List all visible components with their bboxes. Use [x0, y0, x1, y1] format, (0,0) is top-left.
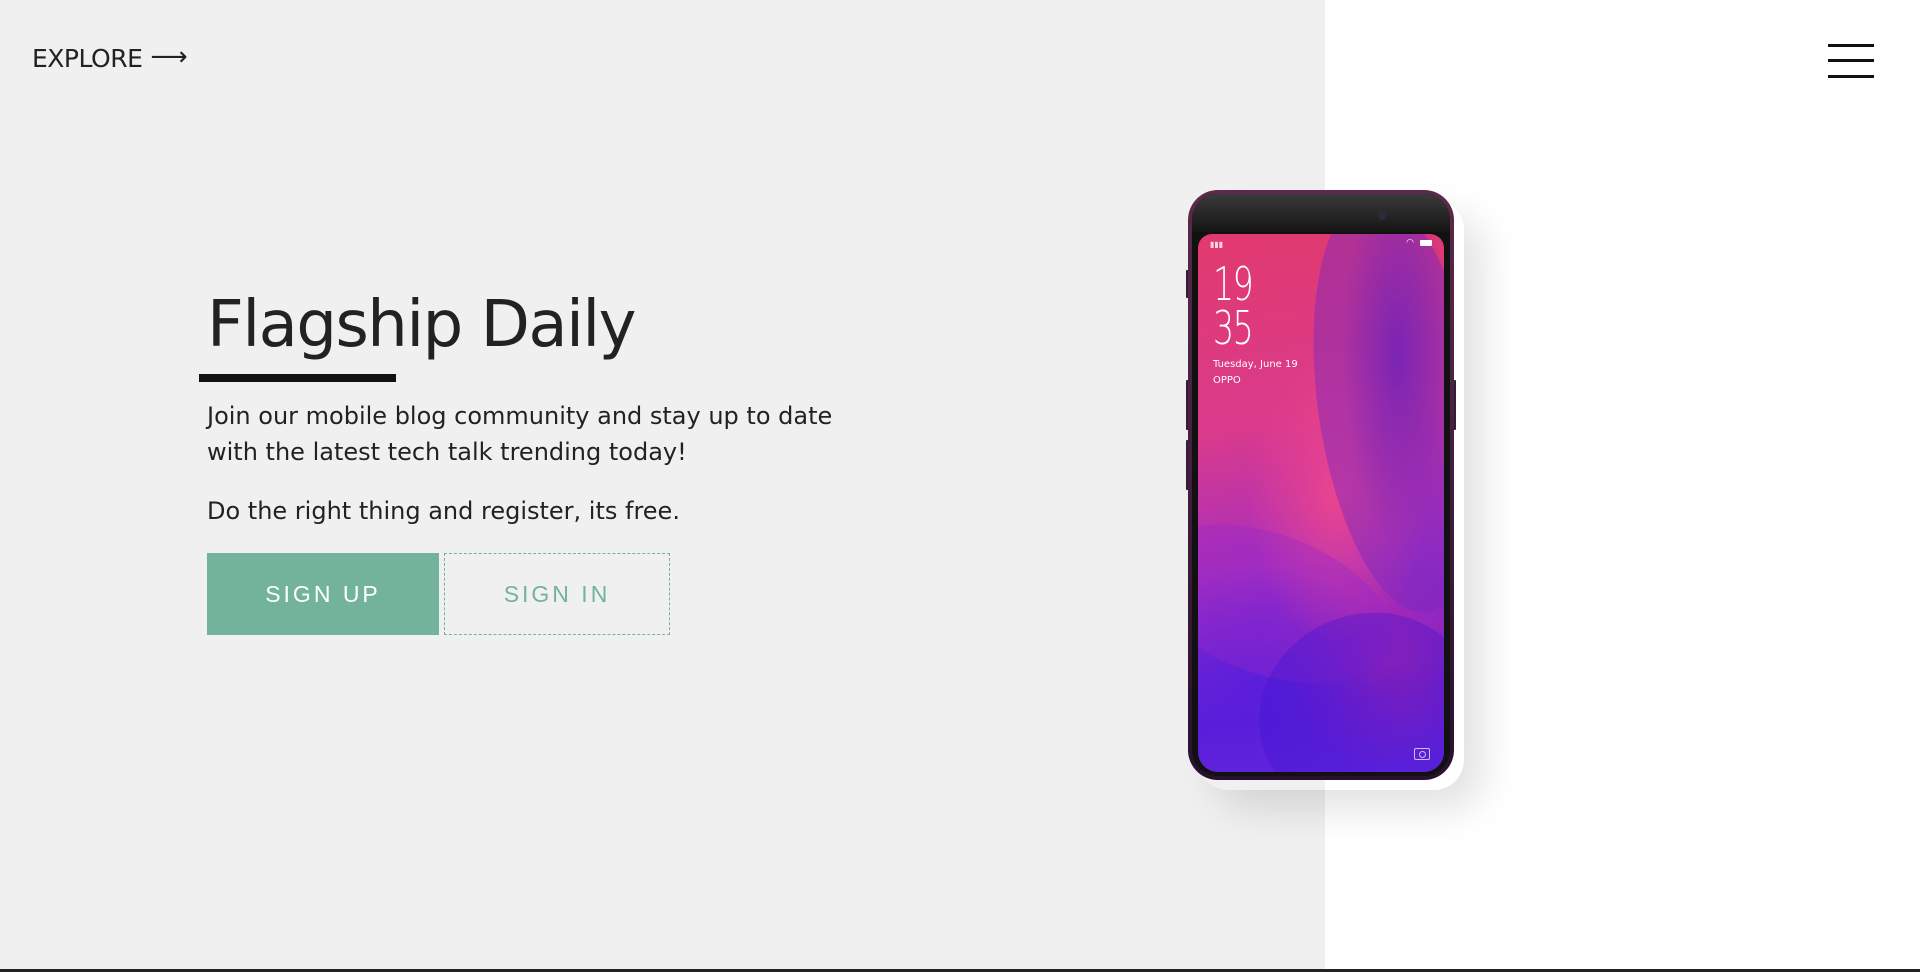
phone-body: ▮▮▮ ◠ 19 35 Tuesday, June 19 OPPO	[1188, 190, 1454, 780]
sign-up-button[interactable]: SIGN UP	[207, 553, 439, 635]
explore-label: EXPLORE	[32, 44, 143, 73]
clock-hour: 19	[1213, 257, 1254, 311]
status-bar-icons: ◠	[1406, 238, 1432, 248]
arrow-right-icon: ⟶	[150, 41, 188, 72]
menu-line	[1828, 59, 1874, 62]
page-title: Flagship Daily	[207, 288, 637, 362]
lockscreen-clock: 19 35	[1213, 257, 1254, 355]
lockscreen-date: Tuesday, June 19	[1213, 359, 1298, 370]
front-camera-icon	[1378, 211, 1387, 220]
hamburger-menu-icon[interactable]	[1828, 42, 1876, 80]
battery-icon	[1420, 240, 1432, 246]
menu-line	[1828, 75, 1874, 78]
lockscreen-carrier: OPPO	[1213, 375, 1241, 386]
explore-link[interactable]: EXPLORE ⟶	[32, 41, 188, 74]
landing-page: EXPLORE ⟶ Flagship Daily Join our mobile…	[0, 0, 1920, 972]
menu-line	[1828, 44, 1874, 47]
phone-image: ▮▮▮ ◠ 19 35 Tuesday, June 19 OPPO	[1186, 190, 1456, 780]
clock-minute: 35	[1213, 301, 1254, 355]
phone-popup-camera-module	[1192, 194, 1450, 232]
hero-note: Do the right thing and register, its fre…	[207, 497, 680, 525]
sign-in-button[interactable]: SIGN IN	[444, 553, 670, 635]
hero-description: Join our mobile blog community and stay …	[207, 402, 833, 466]
wifi-icon: ◠	[1406, 238, 1414, 248]
title-underline	[199, 374, 396, 382]
hero-section: Flagship Daily Join our mobile blog comm…	[199, 283, 907, 529]
phone-screen: ▮▮▮ ◠ 19 35 Tuesday, June 19 OPPO	[1198, 234, 1444, 772]
camera-icon	[1414, 748, 1430, 760]
auth-buttons: SIGN UP SIGN IN	[207, 553, 670, 635]
signal-icon: ▮▮▮	[1210, 240, 1224, 249]
